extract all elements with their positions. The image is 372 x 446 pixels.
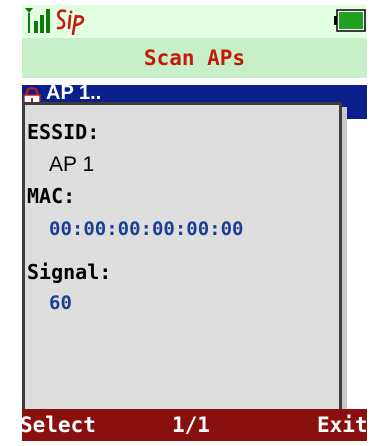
phone-screen: Scan APs AP 1.. ESSID: AP 1 MAC: 00:00:0… xyxy=(22,5,367,441)
mac-label: MAC: xyxy=(27,184,76,208)
title-bar: Scan APs xyxy=(22,38,367,78)
essid-value: AP 1 xyxy=(49,153,95,176)
signal-value: 60 xyxy=(49,292,72,314)
mac-value: 00:00:00:00:00:00 xyxy=(49,218,244,240)
ap-details-popup: ESSID: AP 1 MAC: 00:00:00:00:00:00 Signa… xyxy=(22,102,342,420)
sip-logo xyxy=(56,9,85,35)
essid-label: ESSID: xyxy=(27,120,100,144)
battery-full-icon xyxy=(334,9,366,32)
signal-label: Signal: xyxy=(27,260,112,284)
page-title: Scan APs xyxy=(143,46,246,70)
select-softkey[interactable]: Select xyxy=(22,413,96,437)
status-bar xyxy=(22,5,367,38)
softkey-bar: Select 1/1 Exit xyxy=(22,409,367,441)
page-indicator: 1/1 xyxy=(172,413,210,437)
exit-softkey[interactable]: Exit xyxy=(317,413,367,437)
signal-strength-icon xyxy=(25,8,50,33)
